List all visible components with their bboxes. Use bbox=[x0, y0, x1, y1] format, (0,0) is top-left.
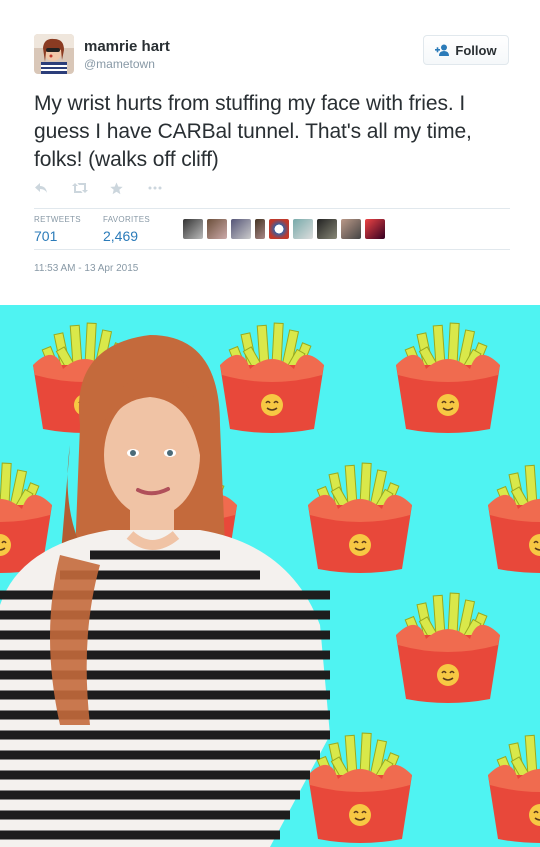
follow-button[interactable]: Follow bbox=[423, 35, 509, 65]
tweet-card: mamrie hart @mametown Follow My wrist hu… bbox=[0, 0, 540, 305]
avatar[interactable] bbox=[34, 34, 74, 74]
reply-button[interactable] bbox=[34, 178, 64, 198]
divider bbox=[34, 249, 510, 250]
more-button[interactable] bbox=[148, 178, 178, 198]
favorites-label: FAVORITES bbox=[103, 215, 151, 224]
display-name[interactable]: mamrie hart bbox=[84, 38, 170, 55]
retweet-button[interactable] bbox=[72, 178, 102, 198]
retweets-label: RETWEETS bbox=[34, 215, 81, 224]
favorites-count: 2,469 bbox=[103, 228, 139, 244]
username[interactable]: @mametown bbox=[84, 57, 155, 71]
divider bbox=[34, 208, 510, 209]
tweet-actions bbox=[34, 178, 186, 198]
follow-label: Follow bbox=[455, 42, 497, 58]
tweet-timestamp[interactable]: 11:53 AM - 13 Apr 2015 bbox=[34, 263, 138, 274]
favorite-button[interactable] bbox=[110, 178, 140, 198]
favoriter-avatar[interactable] bbox=[341, 219, 361, 239]
reply-icon bbox=[35, 183, 47, 193]
retweets-stat[interactable]: RETWEETS 701 bbox=[34, 215, 81, 244]
favorites-stat[interactable]: FAVORITES 2,469 bbox=[103, 215, 150, 244]
favoriter-avatars bbox=[183, 219, 385, 239]
favoriter-avatar[interactable] bbox=[231, 219, 251, 239]
retweets-count: 701 bbox=[34, 228, 58, 244]
tweet-text: My wrist hurts from stuffing my face wit… bbox=[34, 92, 472, 171]
favorite-icon bbox=[110, 182, 123, 194]
tweet-media-image[interactable] bbox=[0, 305, 540, 847]
more-icon bbox=[148, 186, 162, 190]
favoriter-avatar[interactable] bbox=[207, 219, 227, 239]
favoriter-avatar[interactable] bbox=[183, 219, 203, 239]
favoriter-avatar[interactable] bbox=[269, 219, 289, 239]
add-user-icon bbox=[435, 44, 450, 56]
favoriter-avatar[interactable] bbox=[255, 219, 265, 239]
favoriter-avatar[interactable] bbox=[365, 219, 385, 239]
favoriter-avatar[interactable] bbox=[317, 219, 337, 239]
retweet-icon bbox=[72, 183, 88, 193]
favoriter-avatar[interactable] bbox=[293, 219, 313, 239]
